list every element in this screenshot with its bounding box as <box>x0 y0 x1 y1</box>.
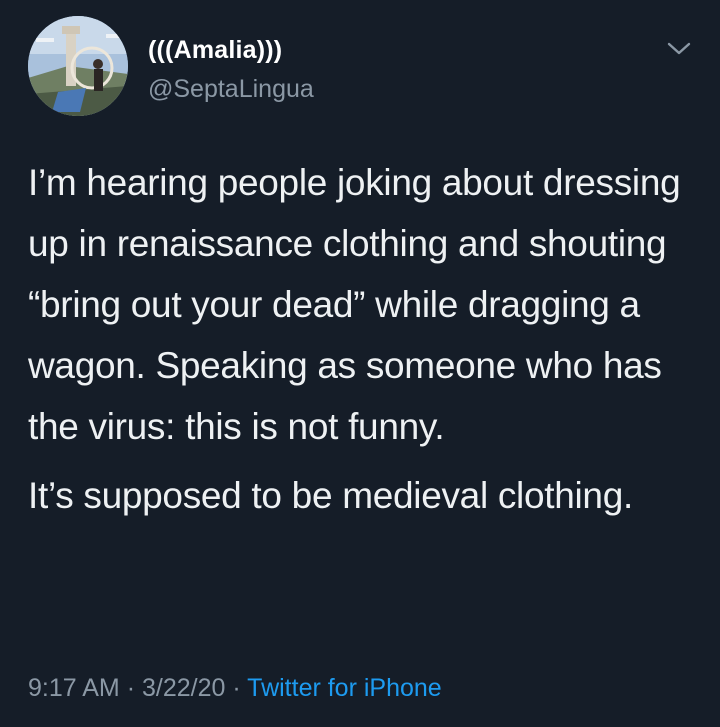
avatar-image <box>28 16 128 116</box>
meta-separator: · <box>126 674 136 702</box>
tweet-header: (((Amalia))) @SeptaLingua <box>28 16 692 116</box>
tweet-paragraph-1: I’m hearing people joking about dressing… <box>28 162 681 447</box>
chevron-down-icon[interactable] <box>666 38 692 58</box>
tweet-metadata: 9:17 AM · 3/22/20 · Twitter for iPhone <box>28 674 442 703</box>
tweet-card: (((Amalia))) @SeptaLingua I’m hearing pe… <box>0 0 720 727</box>
tweet-text: I’m hearing people joking about dressing… <box>28 152 698 526</box>
avatar[interactable] <box>28 16 128 116</box>
meta-separator: · <box>232 674 241 702</box>
user-handle[interactable]: @SeptaLingua <box>148 75 314 104</box>
tweet-source-link[interactable]: Twitter for iPhone <box>247 674 442 702</box>
display-name[interactable]: (((Amalia))) <box>148 36 282 65</box>
tweet-date[interactable]: 3/22/20 <box>142 674 225 702</box>
tweet-paragraph-2: It’s supposed to be medieval clothing. <box>28 475 633 516</box>
tweet-time[interactable]: 9:17 AM <box>28 674 120 702</box>
